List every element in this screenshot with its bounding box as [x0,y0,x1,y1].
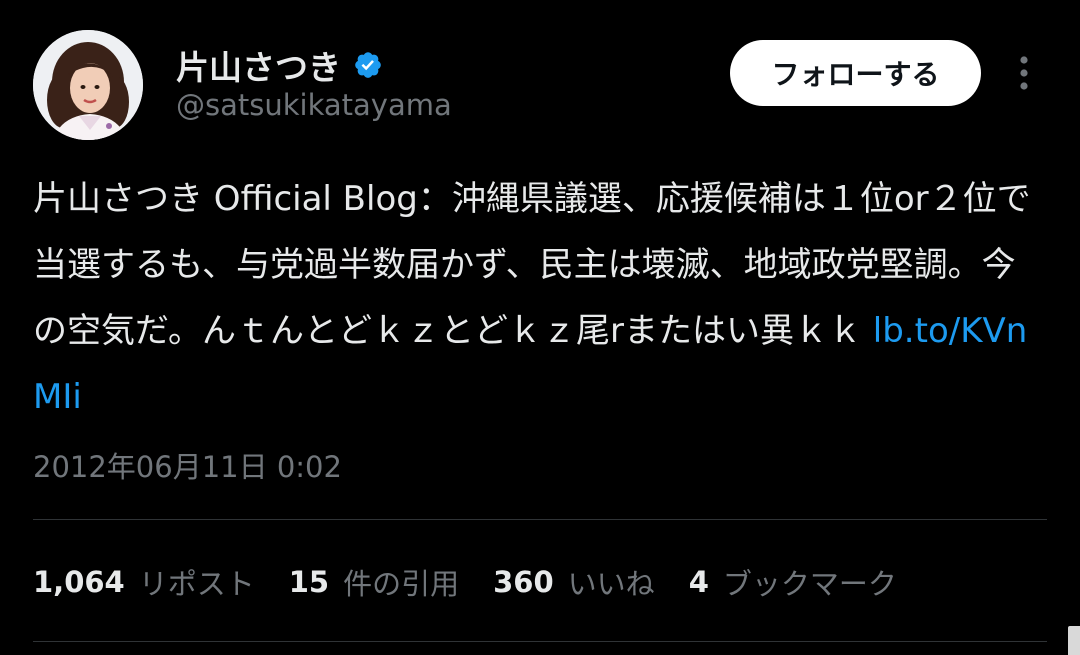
divider [33,641,1047,642]
repost-label: リポスト [138,567,255,601]
timestamp[interactable]: 2012年06月11日 0:02 [33,444,342,486]
display-name[interactable]: 片山さつき [176,41,341,89]
divider [33,519,1047,520]
quote-count: 15 [288,565,330,599]
scrollbar-thumb[interactable] [1068,626,1080,655]
bookmark-count: 4 [688,565,709,599]
like-label: いいね [567,567,655,601]
user-handle[interactable]: @satsukikatayama [176,88,452,122]
engagement-stats: 1,064 リポスト 15 件の引用 360 いいね 4 ブックマーク [33,558,931,606]
verified-badge-icon [355,52,381,78]
avatar-photo-icon [33,30,143,140]
quote-label: 件の引用 [343,567,460,601]
display-name-row: 片山さつき [176,40,383,90]
more-vertical-icon[interactable] [1009,52,1039,94]
tweet-text: 片山さつき Official Blog：沖縄県議選、応援候補は１位or２位で当選… [33,166,1048,430]
like-count: 360 [493,565,554,599]
repost-count: 1,064 [33,565,125,599]
follow-button[interactable]: フォローする [730,40,981,106]
repost-count-stat[interactable]: 1,064 リポスト [33,561,255,603]
bookmark-count-stat[interactable]: 4 ブックマーク [689,561,897,603]
tweet-detail: 片山さつき @satsukikatayama フォローする 片山さつき Offi… [0,0,1080,655]
bookmark-label: ブックマーク [722,567,897,601]
like-count-stat[interactable]: 360 いいね [493,561,655,603]
quote-count-stat[interactable]: 15 件の引用 [289,561,459,603]
avatar[interactable] [33,30,143,140]
